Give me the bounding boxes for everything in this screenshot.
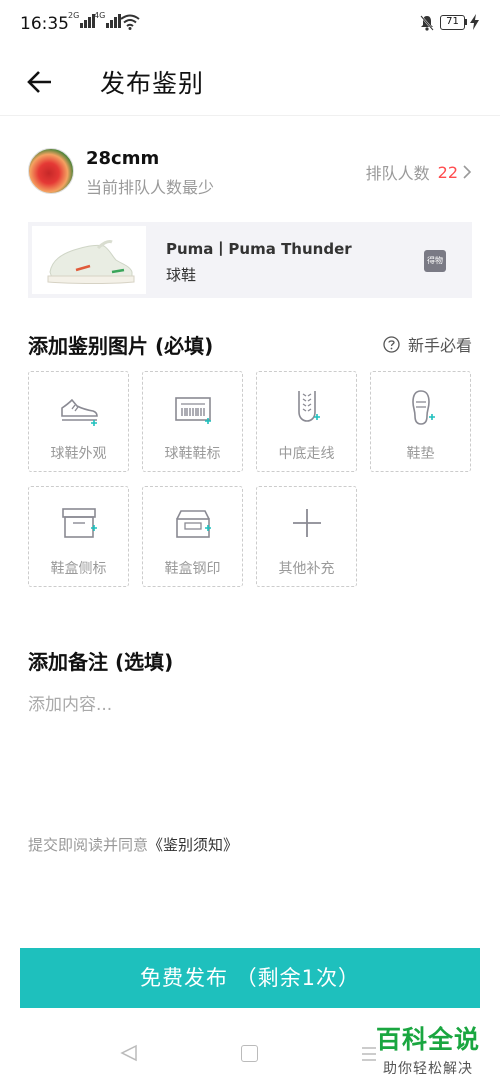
photo-tile-midsole-stitching[interactable]: 中底走线 [256,371,357,472]
beginner-guide-link[interactable]: 新手必看 [383,332,472,356]
shoebox-side-icon [62,508,97,538]
platform-badge: 得物 [424,250,446,272]
photo-tile-other[interactable]: 其他补充 [256,486,357,587]
product-image [32,226,146,294]
photo-tile-shoe-tag[interactable]: 球鞋鞋标 [142,371,243,472]
watermark-title: 百科全说 [376,1025,481,1054]
tile-label: 鞋盒侧标 [50,561,107,577]
battery-icon: 71 [440,15,465,30]
appraiser-row[interactable]: 28cmm 当前排队人数最少 排队人数 22 [0,140,500,200]
photo-tile-insole[interactable]: 鞋垫 [370,371,471,472]
system-home-icon[interactable] [241,1045,258,1062]
photo-tile-shoebox-stamp[interactable]: 鞋盒钢印 [142,486,243,587]
plus-icon [293,509,321,537]
submit-button[interactable]: 免费发布 （剩余1次） [20,948,480,1008]
watermark: 百科全说 助你轻松解决 [376,1020,480,1078]
queue-info[interactable]: 排队人数 22 [366,160,472,184]
agreement-prefix: 提交即阅读并同意 [28,836,149,854]
watermark-subtitle: 助你轻松解决 [383,1061,473,1077]
tile-label: 鞋垫 [406,446,435,462]
battery-tip [465,19,467,25]
photo-tile-shoebox-side-label[interactable]: 鞋盒侧标 [28,486,129,587]
signal-type-label: 2G [68,11,80,20]
signal-icon: 2G [68,11,96,28]
queue-count: 22 [437,162,458,182]
chevron-right-icon [463,165,472,179]
tile-label: 球鞋外观 [50,446,107,462]
tile-label: 鞋盒钢印 [164,561,221,577]
appraisal-terms-link[interactable]: 《鉴别须知》 [148,836,238,854]
product-name: Puma丨Puma Thunder [166,240,352,258]
appraiser-name: 28cmm [86,148,160,169]
tile-label: 球鞋鞋标 [164,446,221,462]
help-icon [383,335,400,353]
shoebox-stamp-icon [176,510,211,538]
sneaker-image-icon [47,240,135,284]
status-time: 16:35 [20,14,69,34]
page-title: 发布鉴别 [100,69,205,98]
appraiser-subtitle: 当前排队人数最少 [86,178,215,197]
beginner-guide-label: 新手必看 [407,336,472,355]
barcode-label-icon [175,397,211,424]
status-bar: 16:35 2G 4G 71 [0,0,500,48]
product-category: 球鞋 [166,266,197,284]
signal-type-label: 4G [94,11,106,20]
tile-label: 中底走线 [278,446,335,462]
images-section-title: 添加鉴别图片 (必填) [28,334,214,358]
signal-icon: 4G [94,11,122,28]
charging-icon [470,14,479,30]
insole-icon [412,390,435,425]
bell-off-icon [420,15,434,31]
tile-label: 其他补充 [278,561,335,577]
sneaker-icon [61,398,98,426]
notes-input[interactable]: 添加内容... [28,690,112,715]
agreement-text: 提交即阅读并同意《鉴别须知》 [28,834,238,855]
queue-label: 排队人数 [365,164,430,183]
notes-section-title: 添加备注 (选填) [28,650,174,674]
avatar [28,148,74,194]
product-card[interactable]: Puma丨Puma Thunder 球鞋 得物 [28,222,472,298]
system-back-icon[interactable] [120,1044,138,1062]
wifi-icon [120,14,140,30]
stitching-icon [298,391,320,422]
photo-tile-sneaker-exterior[interactable]: 球鞋外观 [28,371,129,472]
back-arrow-icon[interactable] [26,68,54,96]
nav-bar: 发布鉴别 [0,48,500,116]
